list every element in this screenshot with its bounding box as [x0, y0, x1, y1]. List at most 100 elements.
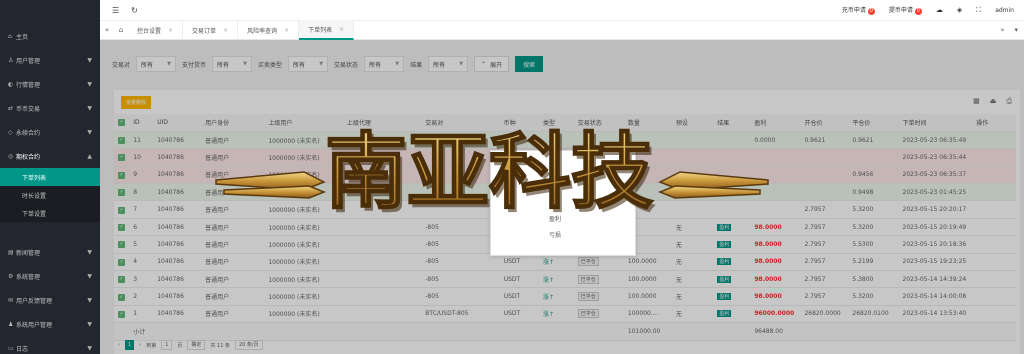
columns-icon[interactable]: ▦: [973, 97, 980, 106]
cell-actions[interactable]: [972, 166, 1016, 185]
filter-select[interactable]: 所有 ▼: [136, 56, 177, 72]
sidebar-item[interactable]: ♟ 系统用户管理 ▼: [0, 312, 100, 336]
filter-select[interactable]: 所有 ▼: [428, 56, 469, 72]
page-tab[interactable]: 风险率查询 ×: [238, 20, 300, 40]
sidebar-item[interactable]: ▤ 新闻管理 ▼: [0, 240, 100, 264]
cell-actions[interactable]: [972, 148, 1016, 167]
cell-actions[interactable]: [972, 270, 1016, 289]
cell-actions[interactable]: [972, 305, 1016, 324]
page-tab[interactable]: 下单列表 ×: [299, 20, 355, 40]
column-header[interactable]: 数量: [623, 114, 672, 132]
sidebar-item[interactable]: ▭ 日志 ▼: [0, 336, 100, 354]
row-checkbox-cell[interactable]: ✓: [114, 131, 130, 150]
sidebar-item[interactable]: ⇄ 币币交易 ▼: [0, 96, 100, 120]
checkbox[interactable]: ✓: [118, 137, 125, 145]
search-button[interactable]: 搜索: [515, 56, 544, 72]
sidebar-item[interactable]: ◐ 行情管理 ▼: [0, 72, 100, 96]
close-icon[interactable]: ×: [339, 26, 344, 33]
close-icon[interactable]: ×: [168, 27, 173, 34]
checkbox[interactable]: ✓: [118, 189, 125, 197]
column-header[interactable]: 盈利: [750, 114, 801, 132]
filter-select[interactable]: 所有 ▼: [212, 56, 253, 72]
row-checkbox-cell[interactable]: ✓: [114, 253, 130, 272]
sidebar-subitem[interactable]: 下单列表: [0, 168, 100, 186]
export-icon[interactable]: ⏏: [990, 97, 997, 106]
cell-actions[interactable]: [972, 183, 1016, 202]
column-header[interactable]: UID: [153, 114, 202, 132]
option-loss[interactable]: 亏损: [543, 227, 629, 241]
row-checkbox-cell[interactable]: ✓: [114, 270, 130, 289]
sidebar-subitem[interactable]: 时长设置: [0, 186, 100, 204]
sidebar-item[interactable]: ♙ 用户管理 ▼: [0, 48, 100, 72]
column-header[interactable]: 上级代理: [342, 114, 422, 132]
current-page[interactable]: 1: [125, 340, 135, 350]
withdraw-link[interactable]: 提币申请 0: [889, 5, 922, 15]
row-checkbox-cell[interactable]: ✓: [114, 287, 130, 306]
confirm-button[interactable]: 确定: [187, 340, 206, 350]
cell-actions[interactable]: [972, 253, 1016, 272]
sidebar-subitem[interactable]: 下单设置: [0, 204, 100, 222]
column-header[interactable]: 预设: [671, 114, 714, 132]
option-profit[interactable]: 盈利: [543, 211, 629, 225]
next-page-icon[interactable]: ›: [139, 342, 141, 348]
recharge-link[interactable]: 充币申请 0: [842, 5, 875, 15]
row-checkbox-cell[interactable]: ✓: [114, 235, 130, 254]
menu-toggle-icon[interactable]: ☰: [112, 6, 119, 15]
row-checkbox-cell[interactable]: ✓: [114, 305, 130, 324]
page-tab[interactable]: 交易订单 ×: [183, 20, 239, 40]
checkbox[interactable]: ✓: [118, 293, 125, 301]
page-tab[interactable]: 控台设置 ×: [128, 20, 184, 40]
checkbox[interactable]: ✓: [118, 241, 125, 249]
column-header[interactable]: 开仓价: [800, 114, 849, 132]
column-header[interactable]: 用户身份: [201, 114, 265, 132]
print-icon[interactable]: ⎙: [1006, 97, 1012, 106]
column-header[interactable]: 类型: [538, 114, 574, 132]
checkbox[interactable]: ✓: [118, 310, 125, 318]
sidebar-item[interactable]: ⌂ 主页: [0, 24, 100, 48]
checkbox[interactable]: ✓: [118, 171, 125, 179]
cloud-icon[interactable]: ☁: [936, 6, 943, 14]
prev-page-icon[interactable]: ‹: [118, 342, 120, 348]
sidebar-item[interactable]: ◎ 期权合约 ▲: [0, 144, 100, 168]
sidebar-item[interactable]: ◇ 永续合约 ▼: [0, 120, 100, 144]
column-header[interactable]: 操作: [972, 114, 1016, 132]
row-checkbox-cell[interactable]: ✓: [114, 183, 130, 202]
refresh-icon[interactable]: ↻: [131, 6, 138, 15]
fullscreen-icon[interactable]: ⛶: [976, 6, 981, 15]
filter-select[interactable]: 所有 ▼: [288, 56, 329, 72]
checkbox[interactable]: ✓: [118, 119, 125, 127]
tab-prev-icon[interactable]: «: [100, 26, 114, 34]
admin-user[interactable]: admin: [995, 7, 1014, 14]
checkbox[interactable]: ✓: [118, 276, 125, 284]
home-tab-icon[interactable]: ⌂: [114, 26, 128, 34]
column-header[interactable]: 币种: [499, 114, 539, 132]
column-header[interactable]: ID: [129, 114, 154, 132]
tab-menu-icon[interactable]: ▾: [1014, 26, 1018, 34]
checkbox[interactable]: ✓: [118, 224, 125, 232]
select-all-checkbox[interactable]: ✓: [114, 114, 130, 132]
per-page-select[interactable]: 20 条/页: [234, 340, 263, 350]
sidebar-item[interactable]: ✉ 用户反馈管理 ▼: [0, 288, 100, 312]
cell-actions[interactable]: [972, 218, 1016, 237]
cell-actions[interactable]: [972, 287, 1016, 306]
cell-actions[interactable]: [972, 131, 1016, 150]
row-checkbox-cell[interactable]: ✓: [114, 148, 130, 167]
expand-button[interactable]: ⌃ 展开: [474, 56, 510, 72]
sidebar-item[interactable]: ⚙ 系统管理 ▼: [0, 264, 100, 288]
filter-select[interactable]: 所有 ▼: [364, 56, 405, 72]
column-header[interactable]: 交易对: [421, 114, 500, 132]
column-header[interactable]: 平仓价: [848, 114, 899, 132]
column-header[interactable]: 上级用户: [264, 114, 343, 132]
column-header[interactable]: 交易状态: [573, 114, 624, 132]
row-checkbox-cell[interactable]: ✓: [114, 166, 130, 185]
column-header[interactable]: 结果: [713, 114, 751, 132]
batch-delete-button[interactable]: 批量删除: [121, 96, 152, 109]
close-icon[interactable]: ×: [284, 27, 289, 34]
checkbox[interactable]: ✓: [118, 206, 125, 214]
column-header[interactable]: 下单时间: [898, 114, 973, 132]
checkbox[interactable]: ✓: [118, 258, 125, 266]
page-input[interactable]: 1: [161, 340, 173, 350]
checkbox[interactable]: ✓: [118, 154, 125, 162]
row-checkbox-cell[interactable]: ✓: [114, 218, 130, 237]
tab-next-icon[interactable]: »: [1000, 26, 1004, 34]
